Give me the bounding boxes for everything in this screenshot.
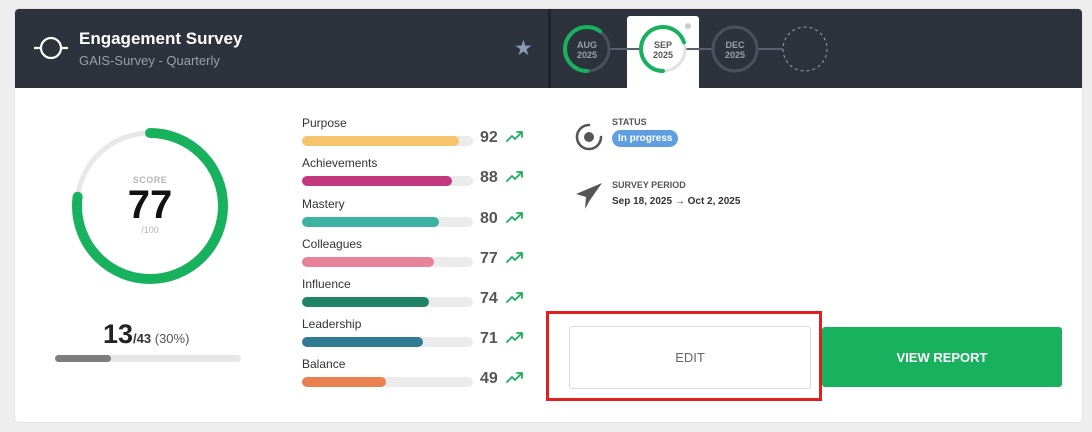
timeline-node[interactable]: DEC 2025 <box>711 25 759 73</box>
timeline-connector <box>587 48 805 50</box>
survey-title-area[interactable]: Engagement Survey GAIS-Survey - Quarterl… <box>15 9 548 88</box>
dimension-score: 77 <box>480 250 498 267</box>
dimension-name: Mastery <box>302 197 345 211</box>
status-title: STATUS <box>612 117 647 127</box>
dimension-row[interactable]: Balance 49 <box>302 357 542 393</box>
score-value: 77 <box>127 183 173 227</box>
status-icon <box>575 123 603 151</box>
trend-up-icon <box>506 171 523 182</box>
timeline-year: 2025 <box>652 50 674 60</box>
survey-title: Engagement Survey <box>79 29 243 48</box>
responses-count: 13/43 (30%) <box>103 319 189 350</box>
dimension-bar-fill <box>302 176 453 186</box>
dimension-score: 88 <box>480 169 498 186</box>
dimension-row[interactable]: Influence 74 <box>302 277 542 313</box>
dimension-row[interactable]: Achievements 88 <box>302 156 542 192</box>
dimension-score: 74 <box>480 290 498 307</box>
dimension-name: Achievements <box>302 156 378 170</box>
timeline-year: 2025 <box>576 50 598 60</box>
dimension-bar-track <box>302 217 473 227</box>
timeline-year: 2025 <box>724 50 746 60</box>
dimension-row[interactable]: Mastery 80 <box>302 197 542 233</box>
trend-up-icon <box>506 292 523 303</box>
survey-target-icon <box>34 36 68 60</box>
trend-up-icon <box>506 212 523 223</box>
responses-total: /43 <box>133 331 152 346</box>
dimension-bar-fill <box>302 136 460 146</box>
survey-card: Engagement Survey GAIS-Survey - Quarterl… <box>15 9 1082 422</box>
survey-period-value: Sep 18, 2025 → Oct 2, 2025 <box>612 196 741 207</box>
timeline-node[interactable]: SEP 2025 <box>639 25 687 73</box>
timeline-node[interactable]: AUG 2025 <box>563 25 611 73</box>
trend-up-icon <box>506 372 523 383</box>
dimension-name: Influence <box>302 277 351 291</box>
dimension-bar-track <box>302 337 473 347</box>
status-badge: In progress <box>612 130 679 147</box>
trend-up-icon <box>506 252 523 263</box>
timeline-month: SEP <box>653 40 672 50</box>
survey-period-title: SURVEY PERIOD <box>612 180 686 190</box>
responses-percent: (30%) <box>154 331 190 346</box>
responses-progress-fill <box>55 355 111 362</box>
dimension-bar-fill <box>302 217 439 227</box>
star-icon[interactable]: ★ <box>514 38 533 59</box>
dimension-bar-fill <box>302 377 386 387</box>
timeline-month: AUG <box>577 40 597 50</box>
timeline-node-placeholder[interactable] <box>781 25 829 73</box>
trend-up-icon <box>506 131 523 142</box>
responses-progress-bar <box>55 355 241 362</box>
survey-header: Engagement Survey GAIS-Survey - Quarterl… <box>15 9 1082 88</box>
dimension-name: Leadership <box>302 317 362 331</box>
dimension-bar-fill <box>302 337 424 347</box>
dimension-name: Colleagues <box>302 237 363 251</box>
score-max: /100 <box>141 225 159 235</box>
dimension-bar-fill <box>302 297 429 307</box>
dimension-score: 49 <box>480 370 498 387</box>
dimension-bar-track <box>302 176 473 186</box>
dimension-bar-track <box>302 377 473 387</box>
dimension-bar-track <box>302 136 473 146</box>
header-divider <box>548 9 551 88</box>
dimension-row[interactable]: Colleagues 77 <box>302 237 542 273</box>
timeline-month: DEC <box>725 40 745 50</box>
dimension-score: 80 <box>480 210 498 227</box>
dimension-name: Purpose <box>302 116 347 130</box>
dimension-row[interactable]: Purpose 92 <box>302 116 542 152</box>
dimension-bar-fill <box>302 257 434 267</box>
responses-number: 13 <box>103 319 134 349</box>
survey-subtitle: GAIS-Survey - Quarterly <box>79 53 220 68</box>
dimension-row[interactable]: Leadership 71 <box>302 317 542 353</box>
view-report-button[interactable]: VIEW REPORT <box>822 327 1062 387</box>
dimension-score: 71 <box>480 330 498 347</box>
dimension-score: 92 <box>480 129 498 146</box>
paper-plane-icon <box>576 183 602 209</box>
dimension-bar-track <box>302 257 473 267</box>
trend-up-icon <box>506 332 523 343</box>
dimension-bar-track <box>302 297 473 307</box>
dimension-name: Balance <box>302 357 346 371</box>
edit-button[interactable]: EDIT <box>569 326 811 389</box>
